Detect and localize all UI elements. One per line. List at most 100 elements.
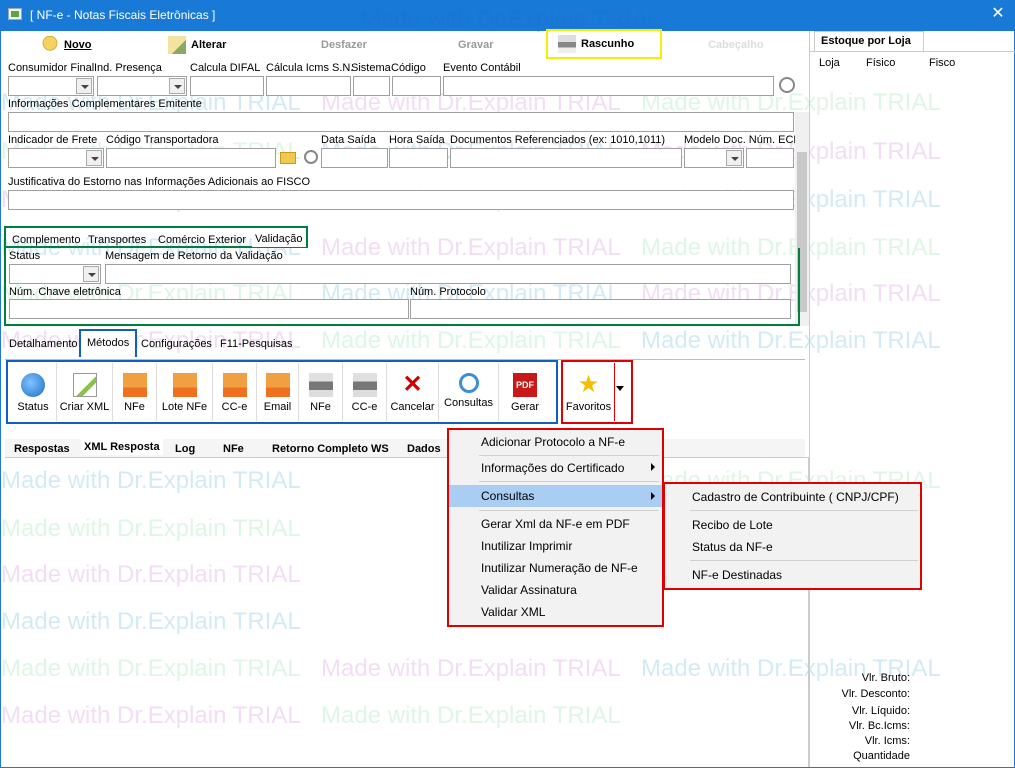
tab-validacao[interactable]: Validação — [252, 231, 306, 247]
info-comp-label: Informações Complementares Emitente — [8, 98, 202, 110]
chevron-down-icon[interactable] — [616, 386, 624, 391]
cce-print-button[interactable]: CC-e — [343, 363, 387, 421]
tab-transportes[interactable]: Transportes — [85, 232, 149, 248]
indicador-frete-combo[interactable] — [8, 148, 104, 168]
lote-nfe-button[interactable]: Lote NFe — [157, 363, 213, 421]
codigo-label: Código — [391, 62, 426, 74]
menu-separator — [690, 560, 918, 561]
menu-item-inutilizar-imprimir[interactable]: Inutilizar Imprimir — [449, 535, 662, 557]
email-button[interactable]: Email — [257, 363, 299, 421]
consultas-button[interactable]: Consultas — [439, 363, 499, 421]
chevron-down-icon[interactable] — [86, 150, 102, 166]
coins-icon — [41, 36, 59, 54]
sistema-label: Sistema — [351, 62, 391, 74]
menu-item-gerar-xml-pdf[interactable]: Gerar Xml da NF-e em PDF — [449, 513, 662, 535]
chevron-down-icon[interactable] — [169, 78, 185, 94]
menu-item-info-certificado[interactable]: Informações do Certificado — [449, 457, 662, 479]
tab-respostas[interactable]: Respostas — [11, 441, 73, 457]
nfe-print-button-label: NFe — [310, 401, 331, 413]
hora-saida-field[interactable] — [389, 148, 448, 168]
nfe-print-button[interactable]: NFe — [299, 363, 343, 421]
num-ecf-field[interactable] — [746, 148, 794, 168]
tab-dados[interactable]: Dados — [404, 441, 444, 457]
quantidade-label: Quantidade — [853, 750, 910, 762]
cancelar-button-label: Cancelar — [390, 401, 435, 413]
cod-transportadora-label: Código Transportadora — [106, 134, 219, 146]
chevron-down-icon[interactable] — [726, 150, 742, 166]
favoritos-button-label: Favoritos — [565, 401, 612, 413]
rascunho-label: Rascunho — [581, 38, 635, 50]
tab-detalhamento[interactable]: Detalhamento — [6, 336, 81, 352]
desfazer-button[interactable]: Desfazer — [321, 31, 367, 59]
evento-contabil-label: Evento Contábil — [443, 62, 521, 74]
criar-xml-button[interactable]: Criar XML — [57, 363, 113, 421]
nfe-send-button[interactable]: NFe — [113, 363, 157, 421]
ind-presenca-combo[interactable] — [97, 76, 187, 96]
tab-complemento[interactable]: Complemento — [9, 232, 83, 248]
menu-separator — [479, 455, 659, 456]
cancelar-button[interactable]: ✕ Cancelar — [387, 363, 439, 421]
consumidor-final-combo[interactable] — [8, 76, 94, 96]
gravar-button[interactable]: Gravar — [458, 31, 493, 59]
calcula-icms-field[interactable] — [266, 76, 351, 96]
status-combo[interactable] — [9, 264, 101, 284]
title-bar: [ NF-e - Notas Fiscais Eletrônicas ] ✕ — [0, 0, 1015, 31]
submenu-item-recibo-lote[interactable]: Recibo de Lote — [665, 514, 920, 536]
gerar-button-label: Gerar — [510, 401, 540, 413]
tab-f11-pesquisas[interactable]: F11-Pesquisas — [217, 336, 296, 352]
tab-metodos[interactable]: Métodos — [79, 329, 138, 357]
chave-field[interactable] — [9, 299, 409, 319]
main-toolbar: Novo Alterar Desfazer Gravar Rascunho Ca… — [1, 29, 809, 59]
status-button[interactable]: Status — [10, 363, 57, 421]
tab-comercio-exterior[interactable]: Comércio Exterior — [155, 232, 249, 248]
gerar-button[interactable]: PDF Gerar — [499, 363, 551, 421]
tab-log[interactable]: Log — [172, 441, 198, 457]
chevron-down-icon[interactable] — [76, 78, 92, 94]
search-icon[interactable] — [304, 150, 318, 164]
menu-item-validar-xml[interactable]: Validar XML — [449, 601, 662, 623]
consultas-button-label: Consultas — [444, 397, 493, 409]
favoritos-menu: Adicionar Protocolo a NF-e Informações d… — [447, 428, 664, 627]
estoque-title: Estoque por Loja — [814, 31, 924, 51]
tab-configuracoes[interactable]: Configurações — [138, 336, 215, 352]
info-comp-field[interactable] — [8, 112, 794, 132]
cabecalho-tab[interactable]: Cabeçalho — [708, 31, 764, 59]
sistema-field[interactable] — [353, 76, 390, 96]
docs-ref-field[interactable] — [450, 148, 682, 168]
calcula-difal-field[interactable] — [190, 76, 264, 96]
rascunho-button[interactable]: Rascunho — [546, 29, 662, 59]
submenu-item-nfe-destinadas[interactable]: NF-e Destinadas — [665, 564, 920, 586]
tab-retorno-completo-ws[interactable]: Retorno Completo WS — [269, 441, 392, 457]
alterar-button[interactable]: Alterar — [168, 31, 226, 59]
submenu-item-status-nfe[interactable]: Status da NF-e — [665, 536, 920, 558]
menu-item-inutilizar-numeracao[interactable]: Inutilizar Numeração de NF-e — [449, 557, 662, 579]
search-icon[interactable] — [779, 77, 795, 93]
folder-icon[interactable] — [280, 152, 296, 164]
favoritos-button[interactable]: ★ Favoritos — [563, 363, 615, 421]
evento-contabil-field[interactable] — [443, 76, 774, 96]
protocolo-field[interactable] — [410, 299, 791, 319]
cce-print-button-label: CC-e — [351, 401, 378, 413]
tab-nfe[interactable]: NFe — [220, 441, 247, 457]
codigo-field[interactable] — [392, 76, 441, 96]
data-saida-field[interactable] — [321, 148, 388, 168]
menu-item-consultas[interactable]: Consultas — [449, 485, 662, 507]
submenu-item-cadastro-contribuinte[interactable]: Cadastro de Contribuinte ( CNPJ/CPF) — [665, 486, 920, 508]
tab-xml-resposta[interactable]: XML Resposta — [81, 439, 163, 455]
novo-button[interactable]: Novo — [41, 31, 92, 59]
mensagem-field[interactable] — [105, 264, 791, 284]
menu-item-validar-assinatura[interactable]: Validar Assinatura — [449, 579, 662, 601]
close-icon: ✕ — [402, 371, 423, 398]
criar-xml-button-label: Criar XML — [59, 401, 110, 413]
send-arrow-icon — [265, 373, 290, 397]
novo-label: Novo — [64, 39, 92, 51]
menu-item-adicionar-protocolo[interactable]: Adicionar Protocolo a NF-e — [449, 431, 662, 453]
chevron-down-icon[interactable] — [83, 266, 99, 282]
vlr-bruto-label: Vlr. Bruto: — [861, 672, 910, 684]
close-icon[interactable]: ✕ — [988, 4, 1008, 24]
cod-transportadora-field[interactable] — [106, 148, 276, 168]
cce-send-button[interactable]: CC-e — [213, 363, 257, 421]
modelo-doc-combo[interactable] — [684, 148, 744, 168]
justificativa-field[interactable] — [8, 190, 794, 210]
chevron-right-icon — [651, 463, 655, 471]
